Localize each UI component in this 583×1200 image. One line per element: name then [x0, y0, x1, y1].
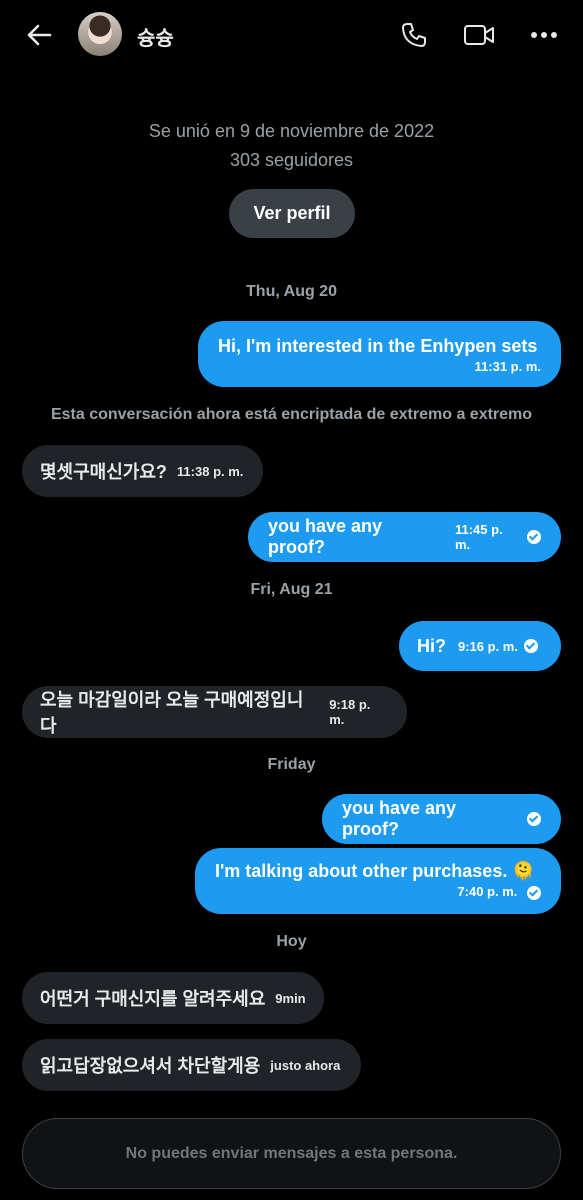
message-text: Hi, I'm interested in the Enhypen sets — [218, 336, 538, 356]
read-receipt-icon — [527, 885, 541, 900]
avatar[interactable] — [78, 12, 122, 56]
phone-icon[interactable] — [397, 18, 431, 52]
message-text: you have any proof? — [268, 516, 383, 557]
message-time: 7:40 p. m. — [457, 884, 518, 899]
more-icon[interactable] — [527, 18, 561, 52]
conversation-header: 슝슝 — [0, 0, 583, 70]
message-text: you have any proof? — [342, 798, 457, 839]
message-time: 11:38 p. m. — [176, 463, 244, 479]
message-time: 9:16 p. m. — [458, 638, 518, 654]
message-composer-disabled: No puedes enviar mensajes a esta persona… — [22, 1118, 561, 1189]
message-bubble-received[interactable]: 몇셋구매신가요? 11:38 p. m. — [22, 445, 263, 497]
message-text: 어떤거 구매신지를 알려주세요 — [40, 989, 266, 1009]
read-receipt-icon — [527, 530, 541, 544]
contact-name[interactable]: 슝슝 — [137, 22, 174, 51]
encryption-notice: Esta conversación ahora está encriptada … — [50, 406, 533, 423]
message-bubble-received[interactable]: 읽고답장없으셔서 차단할게용 justo ahora — [22, 1039, 361, 1091]
joined-date: Se unió en 9 de noviembre de 2022 — [148, 121, 435, 141]
message-time: justo ahora — [270, 1057, 341, 1073]
message-text: 몇셋구매신가요? — [40, 462, 167, 482]
message-text: I'm talking about other purchases. 🫠 — [215, 861, 535, 881]
date-separator: Fri, Aug 21 — [250, 581, 333, 598]
video-icon[interactable] — [462, 18, 496, 52]
message-bubble-received[interactable]: 어떤거 구매신지를 알려주세요 9min — [22, 972, 324, 1024]
composer-disabled-text: No puedes enviar mensajes a esta persona… — [125, 1144, 458, 1162]
message-text: Hi? — [417, 635, 446, 656]
date-separator: Thu, Aug 20 — [246, 283, 337, 300]
message-bubble-sent[interactable]: you have any proof? 11:45 p. m. — [248, 512, 561, 562]
message-time: 11:45 p. m. — [454, 522, 503, 552]
message-text: 읽고답장없으셔서 차단할게용 — [40, 1056, 261, 1076]
message-time: 9:18 p. m. — [329, 697, 371, 727]
message-time: 9min — [275, 990, 306, 1006]
message-bubble-sent[interactable]: you have any proof? — [322, 794, 561, 844]
view-profile-button[interactable]: Ver perfil — [229, 189, 355, 238]
message-text: 오늘 마감일이라 오늘 구매예정입니다 — [40, 690, 304, 736]
message-bubble-sent[interactable]: Hi, I'm interested in the Enhypen sets 1… — [198, 321, 561, 387]
read-receipt-icon — [527, 812, 541, 826]
message-bubble-sent[interactable]: I'm talking about other purchases. 🫠 7:4… — [195, 848, 561, 914]
message-time: 11:31 p. m. — [474, 359, 541, 374]
message-bubble-received[interactable]: 오늘 마감일이라 오늘 구매예정입니다 9:18 p. m. — [22, 686, 407, 738]
date-separator: Friday — [267, 756, 316, 773]
back-arrow-icon[interactable] — [22, 20, 56, 50]
follower-count: 303 seguidores — [229, 150, 354, 170]
date-separator: Hoy — [276, 933, 307, 950]
read-receipt-icon — [523, 639, 538, 653]
message-bubble-sent[interactable]: Hi? 9:16 p. m. — [399, 621, 561, 671]
